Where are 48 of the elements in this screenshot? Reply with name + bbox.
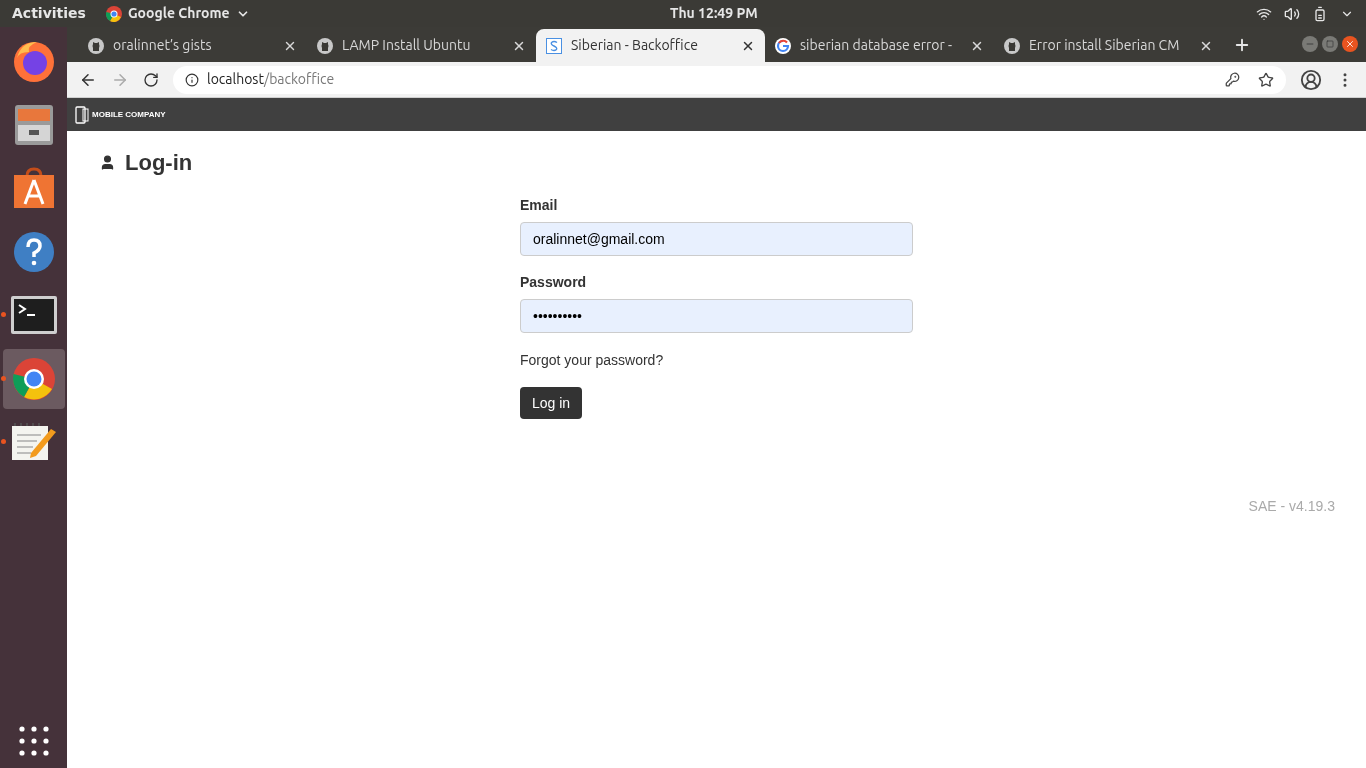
browser-tab[interactable]: Siberian - Backoffice — [536, 29, 765, 62]
reload-icon[interactable] — [143, 71, 159, 88]
notepad-icon — [10, 423, 57, 461]
close-button[interactable] — [1342, 36, 1358, 52]
help-icon — [12, 230, 55, 273]
page-title: Log-in — [125, 149, 193, 177]
key-icon[interactable] — [1225, 72, 1240, 87]
app-grid-icon[interactable] — [18, 726, 49, 756]
email-label: Email — [520, 196, 559, 215]
dock-item[interactable] — [2, 348, 65, 409]
chrome-icon — [11, 356, 56, 401]
forgot-password-link[interactable]: Forgot your password? — [520, 350, 664, 371]
url-text: localhost/backoffice — [207, 70, 335, 89]
terminal-icon — [10, 296, 57, 334]
address-bar[interactable]: localhost/backoffice — [173, 65, 1286, 94]
version-text: SAE - v4.19.3 — [1248, 497, 1335, 516]
activities-button[interactable]: Activities — [12, 3, 86, 24]
tab-title: siberian database error - — [800, 36, 954, 55]
star-icon[interactable] — [1258, 71, 1274, 88]
close-icon — [1345, 39, 1355, 49]
phone-logo-icon — [75, 105, 89, 124]
new-tab-icon[interactable] — [1233, 36, 1251, 54]
browser-tab[interactable]: Error install Siberian CM — [994, 29, 1223, 62]
browser-tab[interactable]: LAMP Install Ubuntu — [307, 29, 536, 62]
profile-icon[interactable] — [1300, 68, 1322, 91]
tab-title: Error install Siberian CM — [1029, 36, 1181, 55]
info-icon[interactable] — [185, 72, 199, 87]
chrome-icon — [105, 5, 122, 22]
email-field[interactable]: oralinnet@gmail.com — [520, 222, 913, 256]
shopping-bag-icon — [11, 166, 56, 210]
browser-tab[interactable]: oralinnet’s gists — [78, 29, 307, 62]
login-button[interactable]: Log in — [520, 387, 583, 419]
volume-icon[interactable] — [1284, 5, 1300, 22]
minimize-button[interactable] — [1302, 36, 1318, 52]
app-menu[interactable]: Google Chrome — [105, 3, 250, 24]
password-label: Password — [520, 273, 588, 292]
maximize-icon — [1326, 40, 1334, 48]
tab-title: LAMP Install Ubuntu — [342, 36, 472, 55]
tab-title: Siberian - Backoffice — [571, 36, 699, 55]
logo-text[interactable]: MOBILE COMPANY — [92, 108, 166, 121]
google-icon — [775, 37, 791, 54]
browser-tab[interactable]: siberian database error - — [765, 29, 994, 62]
tab-title: oralinnet’s gists — [113, 36, 213, 55]
password-field[interactable]: •••••••••• — [520, 299, 913, 333]
s-letter-icon — [546, 37, 562, 54]
battery-icon[interactable] — [1312, 5, 1328, 22]
clock[interactable]: Thu 12:49 PM — [670, 3, 758, 24]
user-icon — [99, 154, 116, 171]
